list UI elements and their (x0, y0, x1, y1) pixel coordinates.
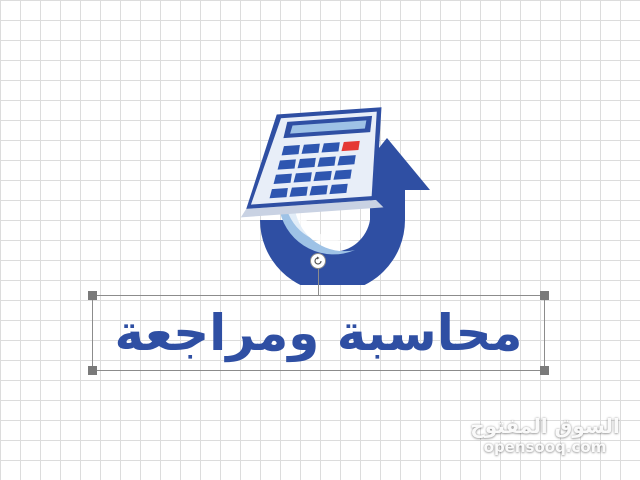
rotate-handle[interactable] (310, 253, 326, 269)
calculator-arrow-logo-icon[interactable] (225, 100, 440, 285)
rotate-icon (314, 256, 322, 265)
watermark-arabic: السوق المفتوح (470, 414, 620, 438)
watermark-latin: opensooq.com (483, 438, 607, 456)
text-element-content: محاسبة ومراجعة (114, 304, 523, 362)
calculator-icon (240, 107, 384, 218)
opensooq-watermark: السوق المفتوح opensooq.com (470, 414, 620, 456)
design-canvas[interactable]: محاسبة ومراجعة السوق المفتوح opensooq.co… (0, 0, 640, 480)
rotate-handle-line (318, 268, 319, 295)
text-element[interactable]: محاسبة ومراجعة (92, 295, 545, 371)
